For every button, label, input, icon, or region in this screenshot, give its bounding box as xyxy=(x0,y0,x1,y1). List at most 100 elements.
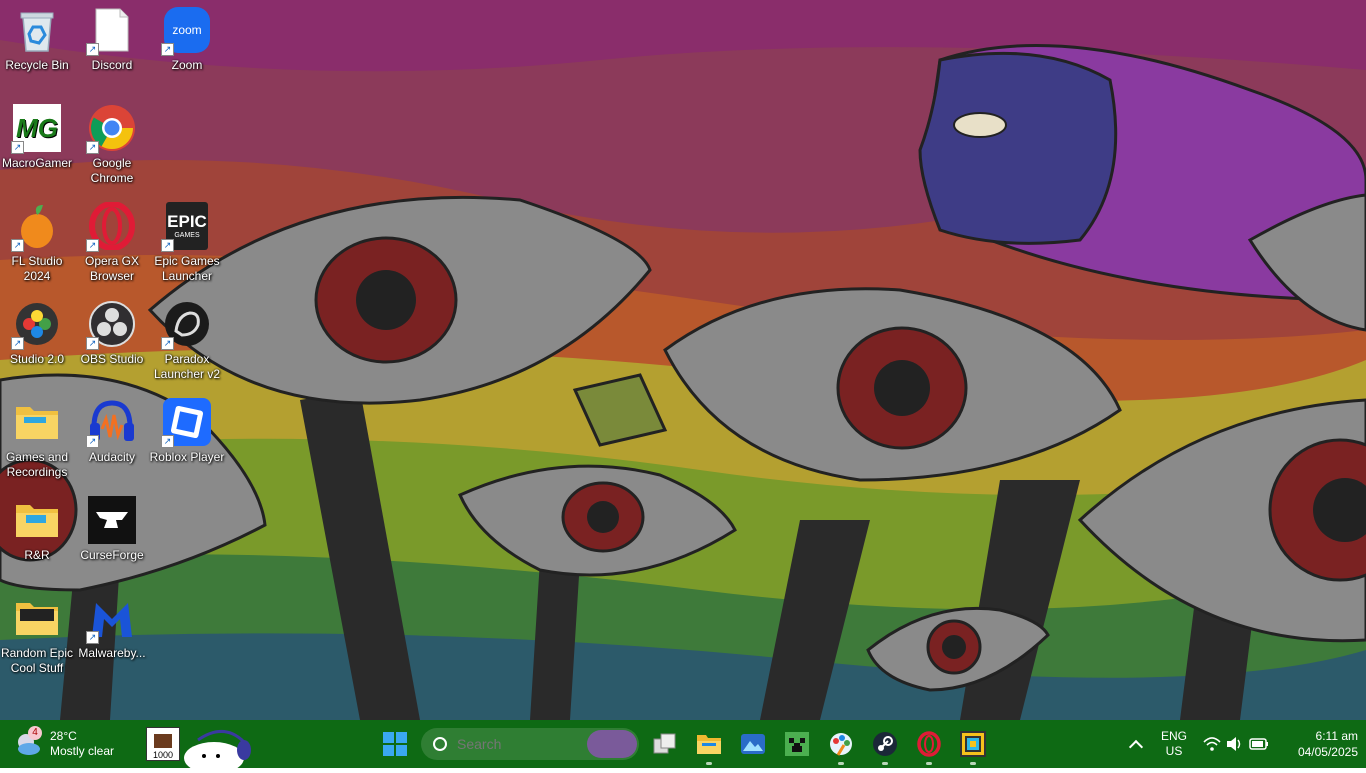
widget-counter-box: 1000 xyxy=(146,727,180,761)
opera-gx-icon: ↗ xyxy=(86,202,136,252)
desktop-icon-label: R&R xyxy=(24,548,50,562)
shortcut-arrow-icon: ↗ xyxy=(161,239,174,252)
taskbar-app-photos[interactable] xyxy=(731,720,775,768)
language-indicator[interactable]: ENG US xyxy=(1154,720,1194,768)
clock-date: 04/05/2025 xyxy=(1297,745,1358,759)
desktop-icon-opera-gx[interactable]: ↗ Opera GX Browser xyxy=(75,202,149,284)
zoom-icon: zoom ↗ xyxy=(161,6,211,56)
desktop-icon-curseforge[interactable]: CurseForge xyxy=(75,496,149,563)
language-code: ENG xyxy=(1160,729,1187,743)
running-indicator xyxy=(838,762,844,765)
desktop-icon-games-and-recordings[interactable]: Games and Recordings xyxy=(0,398,74,480)
taskbar: 4 28°C Mostly clear 1000 Search ENG US 6… xyxy=(0,720,1366,773)
macrogamer-icon: MG ↗ xyxy=(11,104,61,154)
battery-icon xyxy=(1249,738,1269,750)
search-box[interactable] xyxy=(420,720,640,768)
desktop-icon-label: Random Epic Cool Stuff xyxy=(0,646,74,675)
shortcut-arrow-icon: ↗ xyxy=(161,43,174,56)
taskbar-app-task-view[interactable] xyxy=(643,720,687,768)
fl-studio-icon: ↗ xyxy=(11,202,61,252)
desktop-icon-zoom[interactable]: zoom ↗ Zoom xyxy=(150,6,224,73)
folder-icon xyxy=(13,496,61,544)
task-view-icon xyxy=(645,724,685,764)
shortcut-arrow-icon: ↗ xyxy=(11,239,24,252)
folder-icon xyxy=(13,594,61,642)
desktop-icon-discord[interactable]: ↗ Discord xyxy=(75,6,149,73)
taskbar-app-file-explorer[interactable] xyxy=(687,720,731,768)
search-input[interactable] xyxy=(455,735,579,753)
desktop-icon-fl-studio[interactable]: ↗ FL Studio 2024 xyxy=(0,202,74,284)
photos-icon xyxy=(733,724,773,764)
desktop-icon-label: Epic Games Launcher xyxy=(154,254,220,283)
geometry-dash-icon xyxy=(953,724,993,764)
desktop-icon-label: OBS Studio xyxy=(80,352,144,366)
desktop-icon-label: Audacity xyxy=(88,450,136,464)
desktop-icon-label: Opera GX Browser xyxy=(84,254,140,283)
malwarebytes-icon: ↗ xyxy=(86,594,136,644)
desktop-icon-epic-games[interactable]: EPIC GAMES ↗ Epic Games Launcher xyxy=(150,202,224,284)
region-code: US xyxy=(1165,744,1183,758)
desktop-icon-label: MacroGamer xyxy=(1,156,72,170)
desktop-icon-label: Zoom xyxy=(171,58,203,72)
taskbar-app-geometry-dash[interactable] xyxy=(951,720,995,768)
paradox-icon: ↗ xyxy=(161,300,211,350)
folder-icon xyxy=(13,398,61,446)
recycle-bin-icon xyxy=(13,6,61,54)
desktop-icon-recycle-bin[interactable]: Recycle Bin xyxy=(0,6,74,73)
search-highlight-image xyxy=(587,730,637,758)
desktop-icon-label: Google Chrome xyxy=(90,156,134,185)
shortcut-arrow-icon: ↗ xyxy=(161,435,174,448)
desktop-icon-random-epic-cool-stuff[interactable]: Random Epic Cool Stuff xyxy=(0,594,74,676)
desktop[interactable]: Recycle Bin ↗ Discord zoom ↗ Zoom MG ↗ M… xyxy=(0,0,1366,720)
desktop-icon-studio[interactable]: ↗ Studio 2.0 xyxy=(0,300,74,367)
taskbar-app-opera[interactable] xyxy=(907,720,951,768)
curseforge-icon xyxy=(88,496,136,544)
shortcut-arrow-icon: ↗ xyxy=(86,337,99,350)
taskbar-app-paint[interactable] xyxy=(819,720,863,768)
epic-logo-text: EPIC xyxy=(167,211,207,231)
desktop-icon-label: Studio 2.0 xyxy=(9,352,65,366)
taskbar-app-steam[interactable] xyxy=(863,720,907,768)
start-button[interactable] xyxy=(375,720,415,768)
weather-icon: 4 xyxy=(14,726,42,758)
obs-icon: ↗ xyxy=(86,300,136,350)
shortcut-arrow-icon: ↗ xyxy=(11,337,24,350)
desktop-icon-obs-studio[interactable]: ↗ OBS Studio xyxy=(75,300,149,367)
widget-counter: 1000 xyxy=(152,750,174,760)
system-tray-status[interactable] xyxy=(1200,720,1272,768)
windows-icon xyxy=(383,732,407,756)
desktop-icon-macrogamer[interactable]: MG ↗ MacroGamer xyxy=(0,104,74,171)
running-indicator xyxy=(926,762,932,765)
volume-icon xyxy=(1226,737,1241,751)
desktop-icon-label: Games and Recordings xyxy=(5,450,69,479)
chevron-up-icon xyxy=(1128,739,1144,755)
desktop-icon-roblox-player[interactable]: ↗ Roblox Player xyxy=(150,398,224,465)
paint-icon xyxy=(821,724,861,764)
search-icon xyxy=(433,737,447,751)
desktop-icon-label: Paradox Launcher v2 xyxy=(153,352,221,381)
studio-icon: ↗ xyxy=(11,300,61,350)
desktop-icon-google-chrome[interactable]: ↗ Google Chrome xyxy=(75,104,149,186)
epic-logo-text: GAMES xyxy=(174,231,200,239)
discord-file-icon: ↗ xyxy=(86,6,136,56)
chrome-icon: ↗ xyxy=(86,104,136,154)
clock[interactable]: 6:11 am 04/05/2025 xyxy=(1278,720,1358,768)
show-hidden-icons-button[interactable] xyxy=(1122,720,1150,768)
running-indicator xyxy=(970,762,976,765)
clock-time: 6:11 am xyxy=(1315,729,1358,743)
weather-temp: 28°C xyxy=(50,729,77,743)
running-indicator xyxy=(882,762,888,765)
shortcut-arrow-icon: ↗ xyxy=(86,239,99,252)
audacity-icon: ↗ xyxy=(86,398,136,448)
weather-widget[interactable]: 4 28°C Mostly clear xyxy=(14,720,134,768)
wifi-icon xyxy=(1203,737,1221,751)
desktop-icon-audacity[interactable]: ↗ Audacity xyxy=(75,398,149,465)
desktop-icon-r-and-r[interactable]: R&R xyxy=(0,496,74,563)
widget-character[interactable]: 1000 xyxy=(146,720,266,773)
desktop-icon-paradox-launcher[interactable]: ↗ Paradox Launcher v2 xyxy=(150,300,224,382)
desktop-icon-label: CurseForge xyxy=(80,548,144,562)
taskbar-app-minecraft[interactable] xyxy=(775,720,819,768)
desktop-icon-label: Roblox Player xyxy=(149,450,225,464)
desktop-icon-malwarebytes[interactable]: ↗ Malwareby... xyxy=(75,594,149,661)
shortcut-arrow-icon: ↗ xyxy=(86,435,99,448)
